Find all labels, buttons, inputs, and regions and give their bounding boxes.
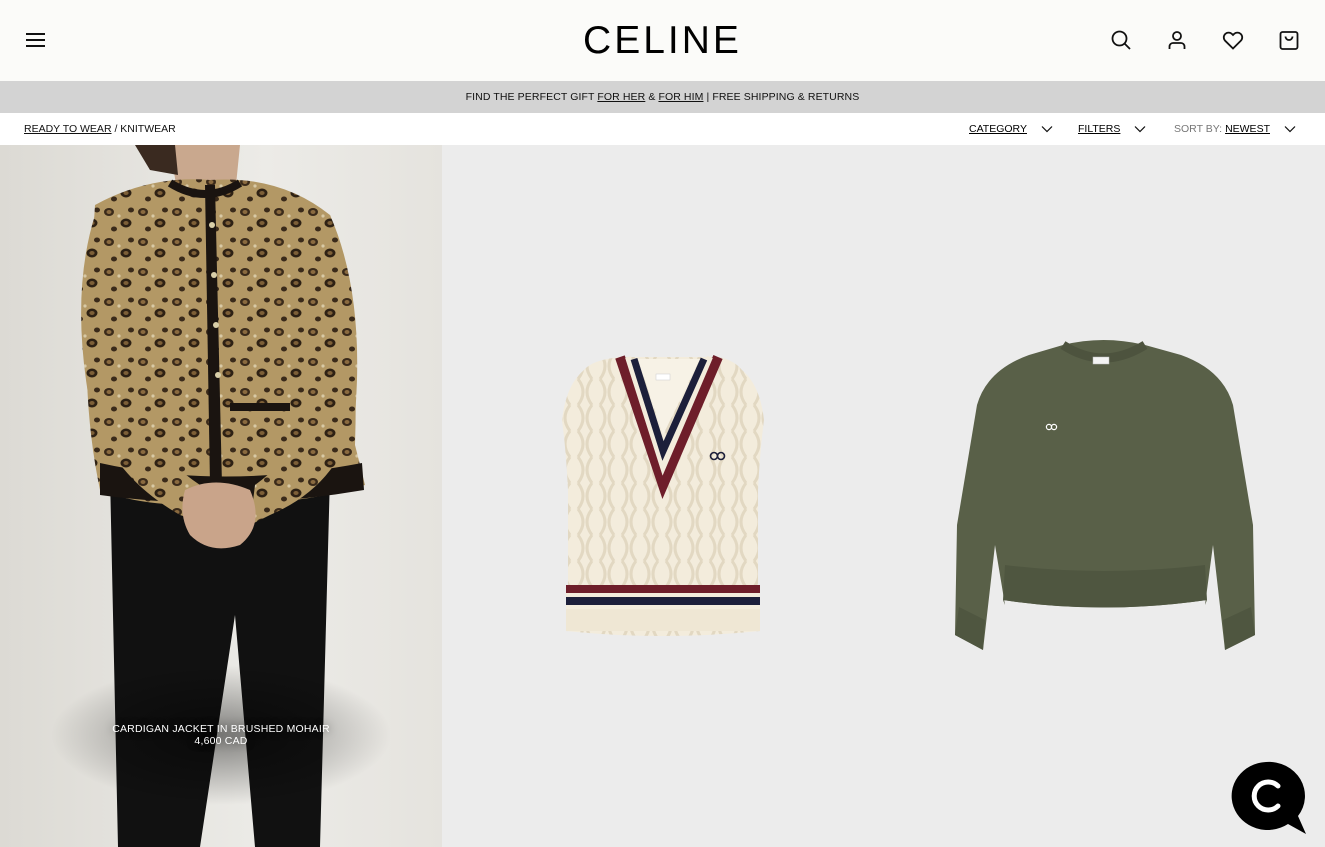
promo-bar: FIND THE PERFECT GIFT FOR HER & FOR HIM … <box>0 81 1325 113</box>
filters-label: FILTERS <box>1078 123 1121 135</box>
breadcrumb: READY TO WEAR / KNITWEAR <box>24 123 176 135</box>
product-name: CARDIGAN JACKET IN BRUSHED MOHAIR <box>112 723 330 735</box>
filters-dropdown[interactable]: FILTERS <box>1078 123 1146 135</box>
chevron-down-icon <box>1134 126 1146 133</box>
wishlist-icon[interactable] <box>1221 28 1245 52</box>
bag-icon[interactable] <box>1277 28 1301 52</box>
product-tile-cardigan[interactable]: CARDIGAN JACKET IN BRUSHED MOHAIR 4,600 … <box>0 145 442 847</box>
product-price: 4,600 CAD <box>194 735 248 747</box>
category-label: CATEGORY <box>969 123 1027 135</box>
breadcrumb-ready-to-wear[interactable]: READY TO WEAR <box>24 123 112 135</box>
category-dropdown[interactable]: CATEGORY <box>969 123 1053 135</box>
product-caption: CARDIGAN JACKET IN BRUSHED MOHAIR 4,600 … <box>0 723 442 747</box>
chat-icon <box>1231 761 1306 834</box>
filter-bar: READY TO WEAR / KNITWEAR CATEGORY FILTER… <box>0 113 1325 146</box>
for-him-link[interactable]: FOR HIM <box>658 91 703 103</box>
sort-value: NEWEST <box>1225 123 1270 135</box>
product-image-sweater <box>883 145 1325 847</box>
account-icon[interactable] <box>1165 28 1189 52</box>
promo-suffix: | FREE SHIPPING & RETURNS <box>703 91 860 103</box>
chevron-down-icon <box>1041 126 1053 133</box>
breadcrumb-current: KNITWEAR <box>120 123 176 135</box>
breadcrumb-separator: / <box>111 123 121 135</box>
product-tile-sweater[interactable] <box>883 145 1325 847</box>
chevron-down-icon <box>1284 126 1296 133</box>
sort-prefix: SORT BY: <box>1174 123 1223 135</box>
chat-button[interactable] <box>1228 760 1308 838</box>
for-her-link[interactable]: FOR HER <box>597 91 645 103</box>
sort-dropdown[interactable]: SORT BY: NEWEST <box>1174 123 1296 135</box>
product-image-vest <box>442 145 883 847</box>
product-tile-vest[interactable] <box>442 145 883 847</box>
site-header: CELINE <box>0 0 1325 82</box>
promo-amp: & <box>645 91 659 103</box>
promo-prefix: FIND THE PERFECT GIFT <box>465 91 598 103</box>
search-icon[interactable] <box>1109 28 1133 52</box>
